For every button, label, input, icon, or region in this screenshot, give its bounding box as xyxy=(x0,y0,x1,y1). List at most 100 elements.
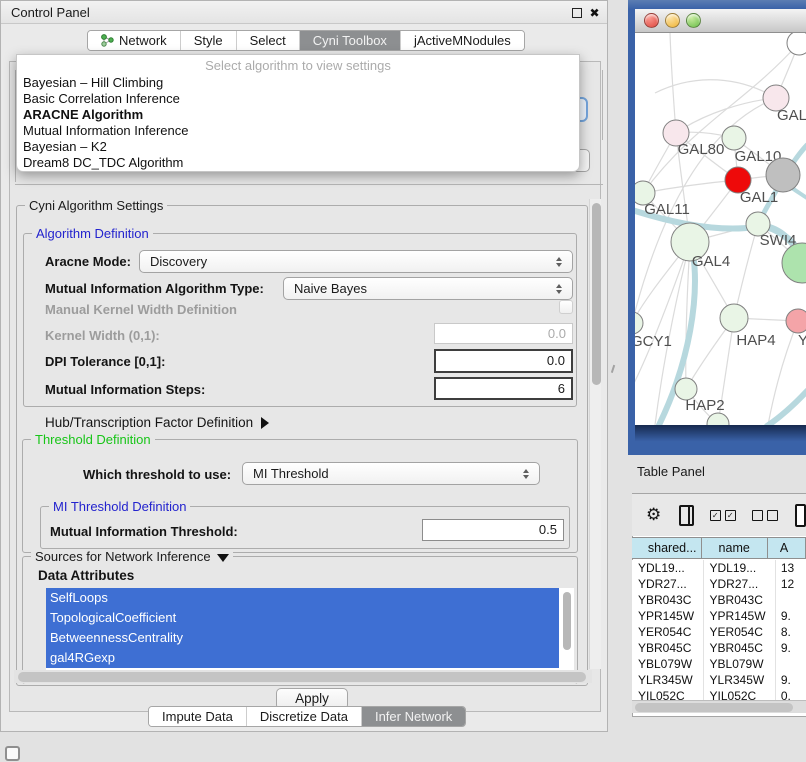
network-canvas[interactable]: GALGAL80GAL10GAL1GAL11GAL4SWI4GCY1HAP4YH… xyxy=(635,33,806,425)
data-attributes-label: Data Attributes xyxy=(38,568,134,583)
tab-jactivemnodules[interactable]: jActiveMNodules xyxy=(401,31,524,50)
tab-label: Network xyxy=(119,33,167,48)
manual-kernel-label: Manual Kernel Width Definition xyxy=(45,302,237,317)
table-row[interactable]: YIL052CYIL052C0. xyxy=(632,688,806,700)
table-cell: YBR045C xyxy=(632,640,704,656)
table-cell: 12 xyxy=(776,576,806,592)
sources-collapser[interactable]: Sources for Network Inference xyxy=(31,549,233,564)
table-cell: YER054C xyxy=(632,624,704,640)
table-cell: YBR043C xyxy=(704,592,776,608)
tab-style[interactable]: Style xyxy=(181,31,237,50)
minimize-traffic-light[interactable] xyxy=(665,13,680,28)
network-node-label: GCY1 xyxy=(635,333,672,350)
dropdown-item[interactable]: Bayesian – Hill Climbing xyxy=(17,75,579,91)
which-threshold-select[interactable]: MI Threshold xyxy=(242,462,540,485)
manual-kernel-checkbox[interactable] xyxy=(559,300,573,314)
column-header-2[interactable]: name xyxy=(702,538,768,558)
zoom-traffic-light[interactable] xyxy=(686,13,701,28)
network-node-label: Y xyxy=(798,332,806,349)
table-row[interactable]: YER054CYER054C8. xyxy=(632,624,806,640)
window-frame-bottom xyxy=(635,425,806,455)
window-frame-top xyxy=(628,0,806,9)
dropdown-item[interactable]: Bayesian – K2 xyxy=(17,139,579,155)
tab-impute-data[interactable]: Impute Data xyxy=(149,707,247,726)
tab-discretize-data[interactable]: Discretize Data xyxy=(247,707,362,726)
table-row[interactable]: YDR27...YDR27...12 xyxy=(632,576,806,592)
close-traffic-light[interactable] xyxy=(644,13,659,28)
attribute-item[interactable]: gal4RGexp xyxy=(46,648,559,668)
dropdown-item[interactable]: ARACNE Algorithm xyxy=(17,107,579,123)
network-node[interactable] xyxy=(766,158,800,192)
network-node[interactable] xyxy=(787,33,806,55)
settings-hscrollbar-thumb[interactable] xyxy=(18,672,586,682)
data-attributes-list[interactable]: SelfLoopsTopologicalCoefficientBetweenne… xyxy=(46,588,574,672)
tab-infer-network[interactable]: Infer Network xyxy=(362,707,465,726)
hub-factor-expander[interactable]: Hub/Transcription Factor Definition xyxy=(45,414,269,432)
dropdown-item[interactable]: Basic Correlation Inference xyxy=(17,91,579,107)
tab-cyni-toolbox[interactable]: Cyni Toolbox xyxy=(300,31,401,50)
group-title: Cyni Algorithm Settings xyxy=(25,198,167,213)
table-row[interactable]: YBR043CYBR043C xyxy=(632,592,806,608)
network-node[interactable] xyxy=(782,243,806,283)
dropdown-item[interactable]: Mutual Information Inference xyxy=(17,123,579,139)
attribute-item[interactable]: SelfLoops xyxy=(46,588,559,608)
bottom-tabbar: Impute DataDiscretize DataInfer Network xyxy=(148,706,466,727)
stepper-arrows-icon xyxy=(551,257,572,267)
attribute-item[interactable]: TopologicalCoefficient xyxy=(46,608,559,628)
table-rows[interactable]: YDL19...YDL19...13YDR27...YDR27...12YBR0… xyxy=(632,560,806,700)
dropdown-item[interactable]: Dream8 DC_TDC Algorithm xyxy=(17,155,579,171)
float-window-icon[interactable] xyxy=(570,6,583,19)
import-table-icon[interactable] xyxy=(795,504,806,527)
group-title: MI Threshold Definition xyxy=(49,499,190,514)
network-node-label: GAL4 xyxy=(692,253,730,270)
tab-label: Cyni Toolbox xyxy=(313,33,387,48)
network-node[interactable] xyxy=(707,413,729,425)
settings-hscrollbar[interactable] xyxy=(14,670,592,683)
table-row[interactable]: YLR345WYLR345W9. xyxy=(632,672,806,688)
tab-network[interactable]: Network xyxy=(88,31,181,50)
dropdown-placeholder: Select algorithm to view settings xyxy=(17,57,579,75)
tab-select[interactable]: Select xyxy=(237,31,300,50)
network-node[interactable] xyxy=(722,126,746,150)
network-edge xyxy=(686,242,690,389)
table-row[interactable]: YPR145WYPR145W9. xyxy=(632,608,806,624)
collapse-arrow-icon xyxy=(217,554,229,562)
close-icon[interactable]: ✖ xyxy=(588,6,601,19)
mi-threshold-label: Mutual Information Threshold: xyxy=(50,524,238,539)
column-header-1[interactable]: shared... xyxy=(632,538,702,558)
settings-vscrollbar[interactable] xyxy=(589,199,601,669)
network-node[interactable] xyxy=(786,309,806,333)
aracne-mode-select[interactable]: Discovery xyxy=(139,250,573,273)
settings-vscrollbar-thumb[interactable] xyxy=(592,203,601,385)
kernel-width-field[interactable]: 0.0 xyxy=(434,323,573,344)
network-window-titlebar[interactable] xyxy=(635,9,806,33)
table-hscrollbar[interactable] xyxy=(632,700,806,713)
dpi-tolerance-field[interactable]: 0.0 xyxy=(434,349,573,373)
select-all-icon[interactable]: ✓✓ xyxy=(710,510,736,521)
table-row[interactable]: YBR045CYBR045C9. xyxy=(632,640,806,656)
column-header-3[interactable]: A xyxy=(768,538,806,558)
show-panel-button[interactable] xyxy=(5,746,20,761)
deselect-all-icon[interactable] xyxy=(752,510,778,521)
columns-icon[interactable] xyxy=(679,505,693,526)
network-view-window[interactable]: GALGAL80GAL10GAL1GAL11GAL4SWI4GCY1HAP4YH… xyxy=(628,0,806,455)
table-row[interactable]: YDL19...YDL19...13 xyxy=(632,560,806,576)
list-scrollbar-thumb[interactable] xyxy=(563,592,571,650)
table-cell: YER054C xyxy=(704,624,776,640)
hidden-groupbox-edge xyxy=(15,184,603,185)
mi-steps-field[interactable]: 6 xyxy=(434,377,573,400)
control-panel-titlebar[interactable]: Control Panel ✖ xyxy=(1,1,607,24)
gear-icon[interactable]: ⚙ xyxy=(646,505,661,525)
table-cell: 9. xyxy=(776,640,806,656)
tab-label: Select xyxy=(250,33,286,48)
table-hscrollbar-thumb[interactable] xyxy=(635,703,793,712)
table-cell: 9. xyxy=(776,672,806,688)
table-row[interactable]: YBL079WYBL079W xyxy=(632,656,806,672)
mi-type-select[interactable]: Naive Bayes xyxy=(283,277,573,300)
attribute-item[interactable]: BetweennessCentrality xyxy=(46,628,559,648)
network-node[interactable] xyxy=(720,304,748,332)
table-cell: YDR27... xyxy=(704,576,776,592)
network-node[interactable] xyxy=(635,312,643,334)
mi-threshold-field[interactable]: 0.5 xyxy=(422,519,564,541)
stepper-arrows-icon xyxy=(551,284,572,294)
